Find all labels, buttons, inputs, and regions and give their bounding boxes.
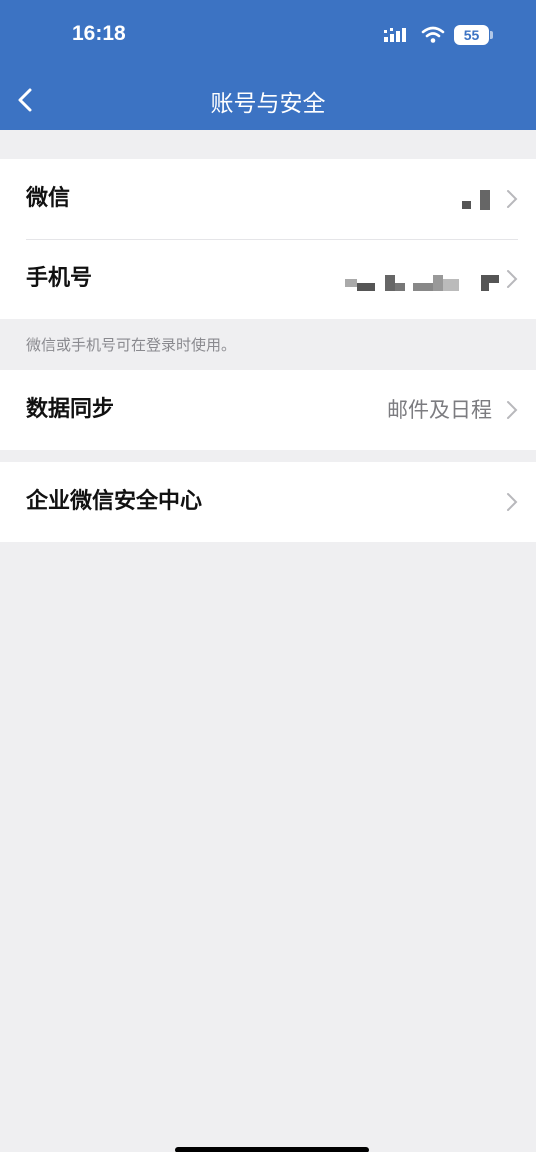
header: 16:18 55 账号与安全 [0, 0, 536, 130]
security-group: 企业微信安全中心 [0, 462, 536, 542]
phone-label: 手机号 [26, 266, 93, 291]
page-title: 账号与安全 [210, 91, 326, 117]
wechat-label: 微信 [26, 186, 71, 211]
wechat-row[interactable]: 微信 [0, 159, 536, 239]
nav-bar: 账号与安全 [0, 70, 536, 130]
data-sync-label: 数据同步 [26, 397, 115, 422]
security-center-row[interactable]: 企业微信安全中心 [0, 462, 536, 542]
phone-masked-value [345, 275, 499, 291]
battery-level: 55 [463, 27, 480, 43]
wifi-icon [421, 26, 445, 43]
account-group: 微信 手机号 [0, 159, 536, 319]
battery-cap [490, 31, 493, 39]
chevron-right-icon [507, 190, 518, 208]
battery-icon: 55 [454, 25, 489, 45]
chevron-right-icon [507, 493, 518, 511]
chevron-right-icon [507, 401, 518, 419]
status-time: 16:18 [72, 22, 126, 45]
data-sync-value: 邮件及日程 [387, 398, 492, 422]
cellular-signal-icon [384, 28, 406, 42]
data-sync-row[interactable]: 数据同步 邮件及日程 [0, 370, 536, 450]
login-note: 微信或手机号可在登录时使用。 [26, 336, 237, 354]
home-indicator[interactable] [175, 1147, 369, 1152]
status-bar: 16:18 55 [0, 0, 536, 70]
chevron-right-icon [507, 270, 518, 288]
wechat-masked-value [462, 190, 490, 210]
security-center-label: 企业微信安全中心 [26, 489, 203, 514]
phone-row[interactable]: 手机号 [0, 239, 536, 319]
sync-group: 数据同步 邮件及日程 [0, 370, 536, 450]
